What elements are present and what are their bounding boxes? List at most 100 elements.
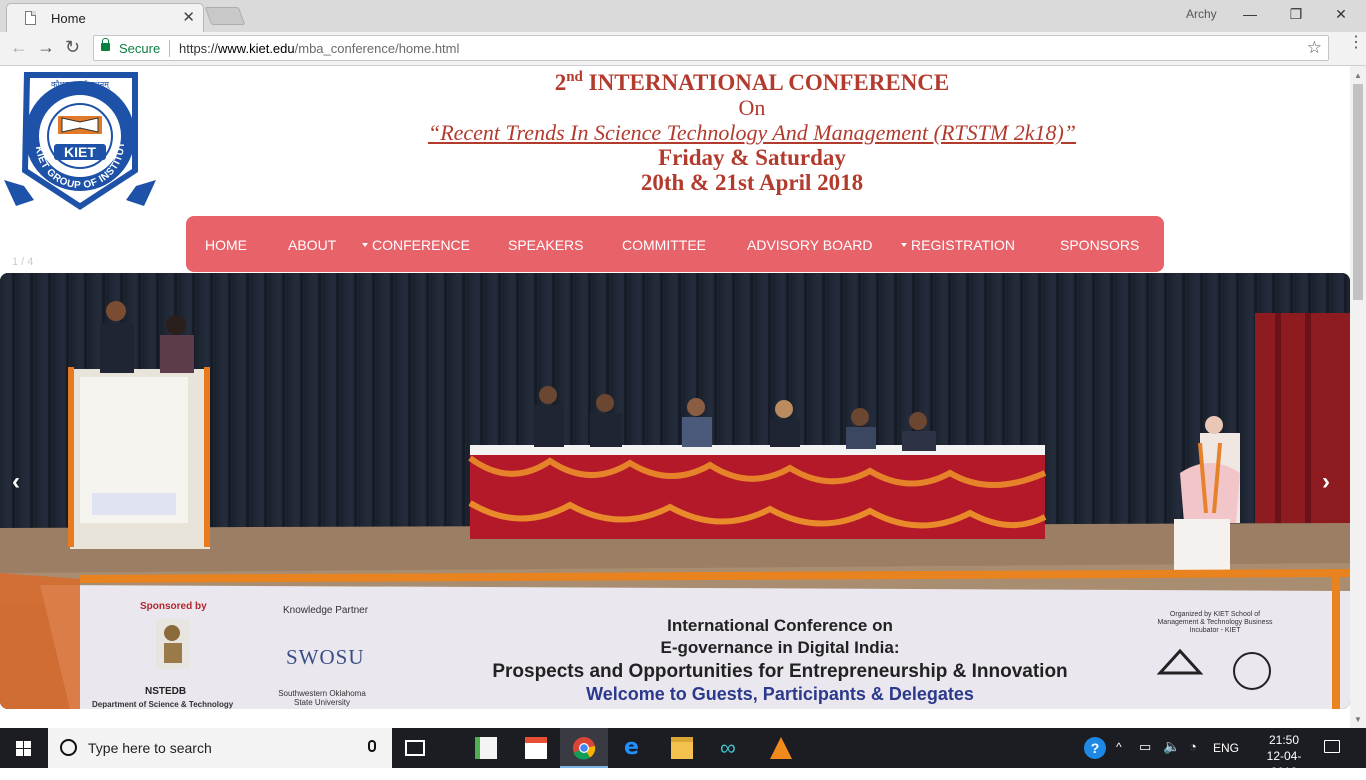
bookmark-star-icon[interactable]: ☆: [1307, 38, 1322, 58]
nav-label: COMMITTEE: [622, 237, 706, 253]
profile-name[interactable]: Archy: [1186, 7, 1217, 21]
dropdown-caret-icon: [901, 243, 907, 247]
title-text: INTERNATIONAL CONFERENCE: [582, 70, 950, 95]
knowledge-partner-label: Knowledge Partner: [283, 605, 369, 616]
nav-speakers[interactable]: SPEAKERS: [508, 237, 583, 253]
conference-dates: 20th & 21st April 2018: [640, 170, 864, 195]
tab-title: Home: [51, 11, 86, 26]
scroll-down-icon[interactable]: ▼: [1354, 715, 1362, 724]
chrome-icon: [573, 737, 596, 760]
nav-label: CONFERENCE: [372, 237, 471, 253]
page-title: 2nd INTERNATIONAL CONFERENCE: [352, 69, 1152, 96]
reload-button[interactable]: ↻: [65, 37, 80, 58]
url-path: /mba_conference/home.html: [294, 41, 460, 56]
page-scrollbar[interactable]: ▲ ▼: [1350, 66, 1366, 728]
kiet-logo: KIET कौशलम् सर्वसाधनम् KIET GROUP OF INS…: [2, 68, 156, 210]
tab-home[interactable]: Home ✕: [6, 3, 204, 32]
browser-toolbar: ← → ↻ Secure https://www.kiet.edu/mba_co…: [0, 32, 1366, 66]
windows-start-icon[interactable]: [16, 741, 32, 756]
scroll-up-icon[interactable]: ▲: [1354, 71, 1362, 80]
swosu-name: Southwestern Oklahoma State University: [278, 689, 366, 707]
nav-home[interactable]: HOME: [205, 237, 247, 253]
url-scheme: https://: [179, 41, 219, 56]
forward-button[interactable]: →: [37, 37, 55, 58]
organized-by-label: Organized by KIET School of Management &…: [1157, 611, 1273, 634]
new-tab-button[interactable]: [204, 7, 246, 25]
conference-heading: 2nd INTERNATIONAL CONFERENCE On “Recent …: [352, 69, 1152, 196]
clock-date: 12-04-2018: [1266, 749, 1302, 779]
task-view-icon[interactable]: [405, 740, 425, 756]
slider-prev-button[interactable]: ‹: [12, 468, 20, 496]
secure-label[interactable]: Secure: [119, 41, 160, 56]
chrome-taskbar-button[interactable]: [560, 728, 608, 768]
image-slider: Sponsored by Knowledge Partner SWOSU Sou…: [0, 273, 1350, 709]
nav-label: ABOUT: [288, 237, 337, 253]
clock-time: 21:50: [1268, 733, 1300, 747]
banner-line-1: International Conference on: [667, 616, 893, 635]
nav-committee[interactable]: COMMITTEE: [622, 237, 706, 253]
minimize-button[interactable]: —: [1227, 3, 1273, 25]
title-ordinal: 2: [554, 70, 567, 95]
lock-icon: [101, 38, 110, 51]
conference-theme: “Recent Trends In Science Technology And…: [427, 120, 1077, 145]
wifi-icon[interactable]: ◔: [1189, 739, 1197, 754]
logo-motto: कौशलम् सर्वसाधनम्: [51, 79, 111, 90]
nav-about[interactable]: ABOUT: [288, 237, 336, 253]
microphone-icon[interactable]: [368, 740, 376, 752]
divider: [169, 40, 170, 57]
tab-close-icon[interactable]: ✕: [182, 8, 195, 26]
close-button[interactable]: ✕: [1318, 3, 1364, 25]
edge-icon[interactable]: e: [624, 737, 646, 759]
nav-label: SPEAKERS: [508, 237, 584, 253]
url-host: www.kiet.edu: [218, 41, 295, 56]
page-icon: [25, 11, 36, 25]
dropdown-caret-icon: [362, 243, 368, 247]
slide-counter: 1 / 4: [12, 256, 34, 268]
battery-icon[interactable]: ▭: [1139, 739, 1151, 755]
banner-line-3: Prospects and Opportunities for Entrepre…: [492, 661, 1068, 682]
scroll-thumb[interactable]: [1353, 84, 1363, 300]
volume-icon[interactable]: 🔈: [1163, 738, 1180, 755]
conference-days: Friday & Saturday: [658, 145, 846, 170]
infinity-app-icon[interactable]: ∞: [720, 737, 742, 759]
slider-next-button[interactable]: ›: [1322, 468, 1330, 496]
taskbar-clock[interactable]: 21:50 12-04-2018: [1254, 732, 1314, 780]
main-nav: HOME ABOUT CONFERENCE SPEAKERS COMMITTEE…: [186, 216, 1164, 272]
heading-on: On: [738, 95, 766, 120]
tab-strip: Home ✕ Archy — ❐ ✕: [0, 0, 1366, 32]
chrome-menu-icon[interactable]: ⋮: [1348, 35, 1364, 51]
dst-label: Department of Science & Technology: [92, 700, 234, 709]
sponsored-by-label: Sponsored by: [140, 601, 207, 612]
nav-sponsors[interactable]: SPONSORS: [1060, 237, 1139, 253]
nav-label: HOME: [205, 237, 247, 253]
vlc-icon[interactable]: [770, 737, 792, 759]
nav-label: REGISTRATION: [911, 237, 1015, 253]
action-center-icon[interactable]: [1324, 740, 1340, 753]
banner-line-4: Welcome to Guests, Participants & Delega…: [586, 684, 974, 704]
nav-registration[interactable]: REGISTRATION: [901, 237, 1015, 253]
language-indicator[interactable]: ENG: [1213, 741, 1239, 755]
taskbar-search-placeholder: Type here to search: [88, 740, 212, 756]
cortana-icon: [60, 739, 77, 756]
file-explorer-icon[interactable]: [671, 737, 693, 759]
page-viewport: KIET कौशलम् सर्वसाधनम् KIET GROUP OF INS…: [0, 66, 1350, 728]
sticky-notes-icon[interactable]: [475, 737, 497, 759]
url-text[interactable]: https://www.kiet.edu/mba_conference/home…: [179, 41, 459, 56]
swosu-logo-text: SWOSU: [286, 645, 365, 669]
nav-label: SPONSORS: [1060, 237, 1140, 253]
nav-advisory-board[interactable]: ADVISORY BOARD: [747, 237, 873, 253]
back-button[interactable]: ←: [10, 37, 28, 58]
banner-line-2: E-governance in Digital India:: [660, 638, 900, 657]
taskbar-search-box[interactable]: Type here to search: [48, 728, 392, 768]
logo-name: KIET: [64, 144, 96, 160]
store-icon[interactable]: [525, 737, 547, 759]
maximize-button[interactable]: ❐: [1273, 3, 1319, 25]
help-icon[interactable]: ?: [1084, 737, 1106, 759]
tray-chevron-icon[interactable]: ^: [1116, 740, 1122, 754]
nstedb-label: NSTEDB: [145, 686, 187, 697]
nav-conference[interactable]: CONFERENCE: [362, 237, 470, 253]
nav-label: ADVISORY BOARD: [747, 237, 873, 253]
title-ordinal-sup: nd: [566, 69, 583, 85]
address-bar[interactable]: Secure https://www.kiet.edu/mba_conferen…: [93, 35, 1329, 61]
windows-taskbar: Type here to search e ∞ ? ^ ▭ 🔈 ◔ ENG 21…: [0, 728, 1366, 779]
